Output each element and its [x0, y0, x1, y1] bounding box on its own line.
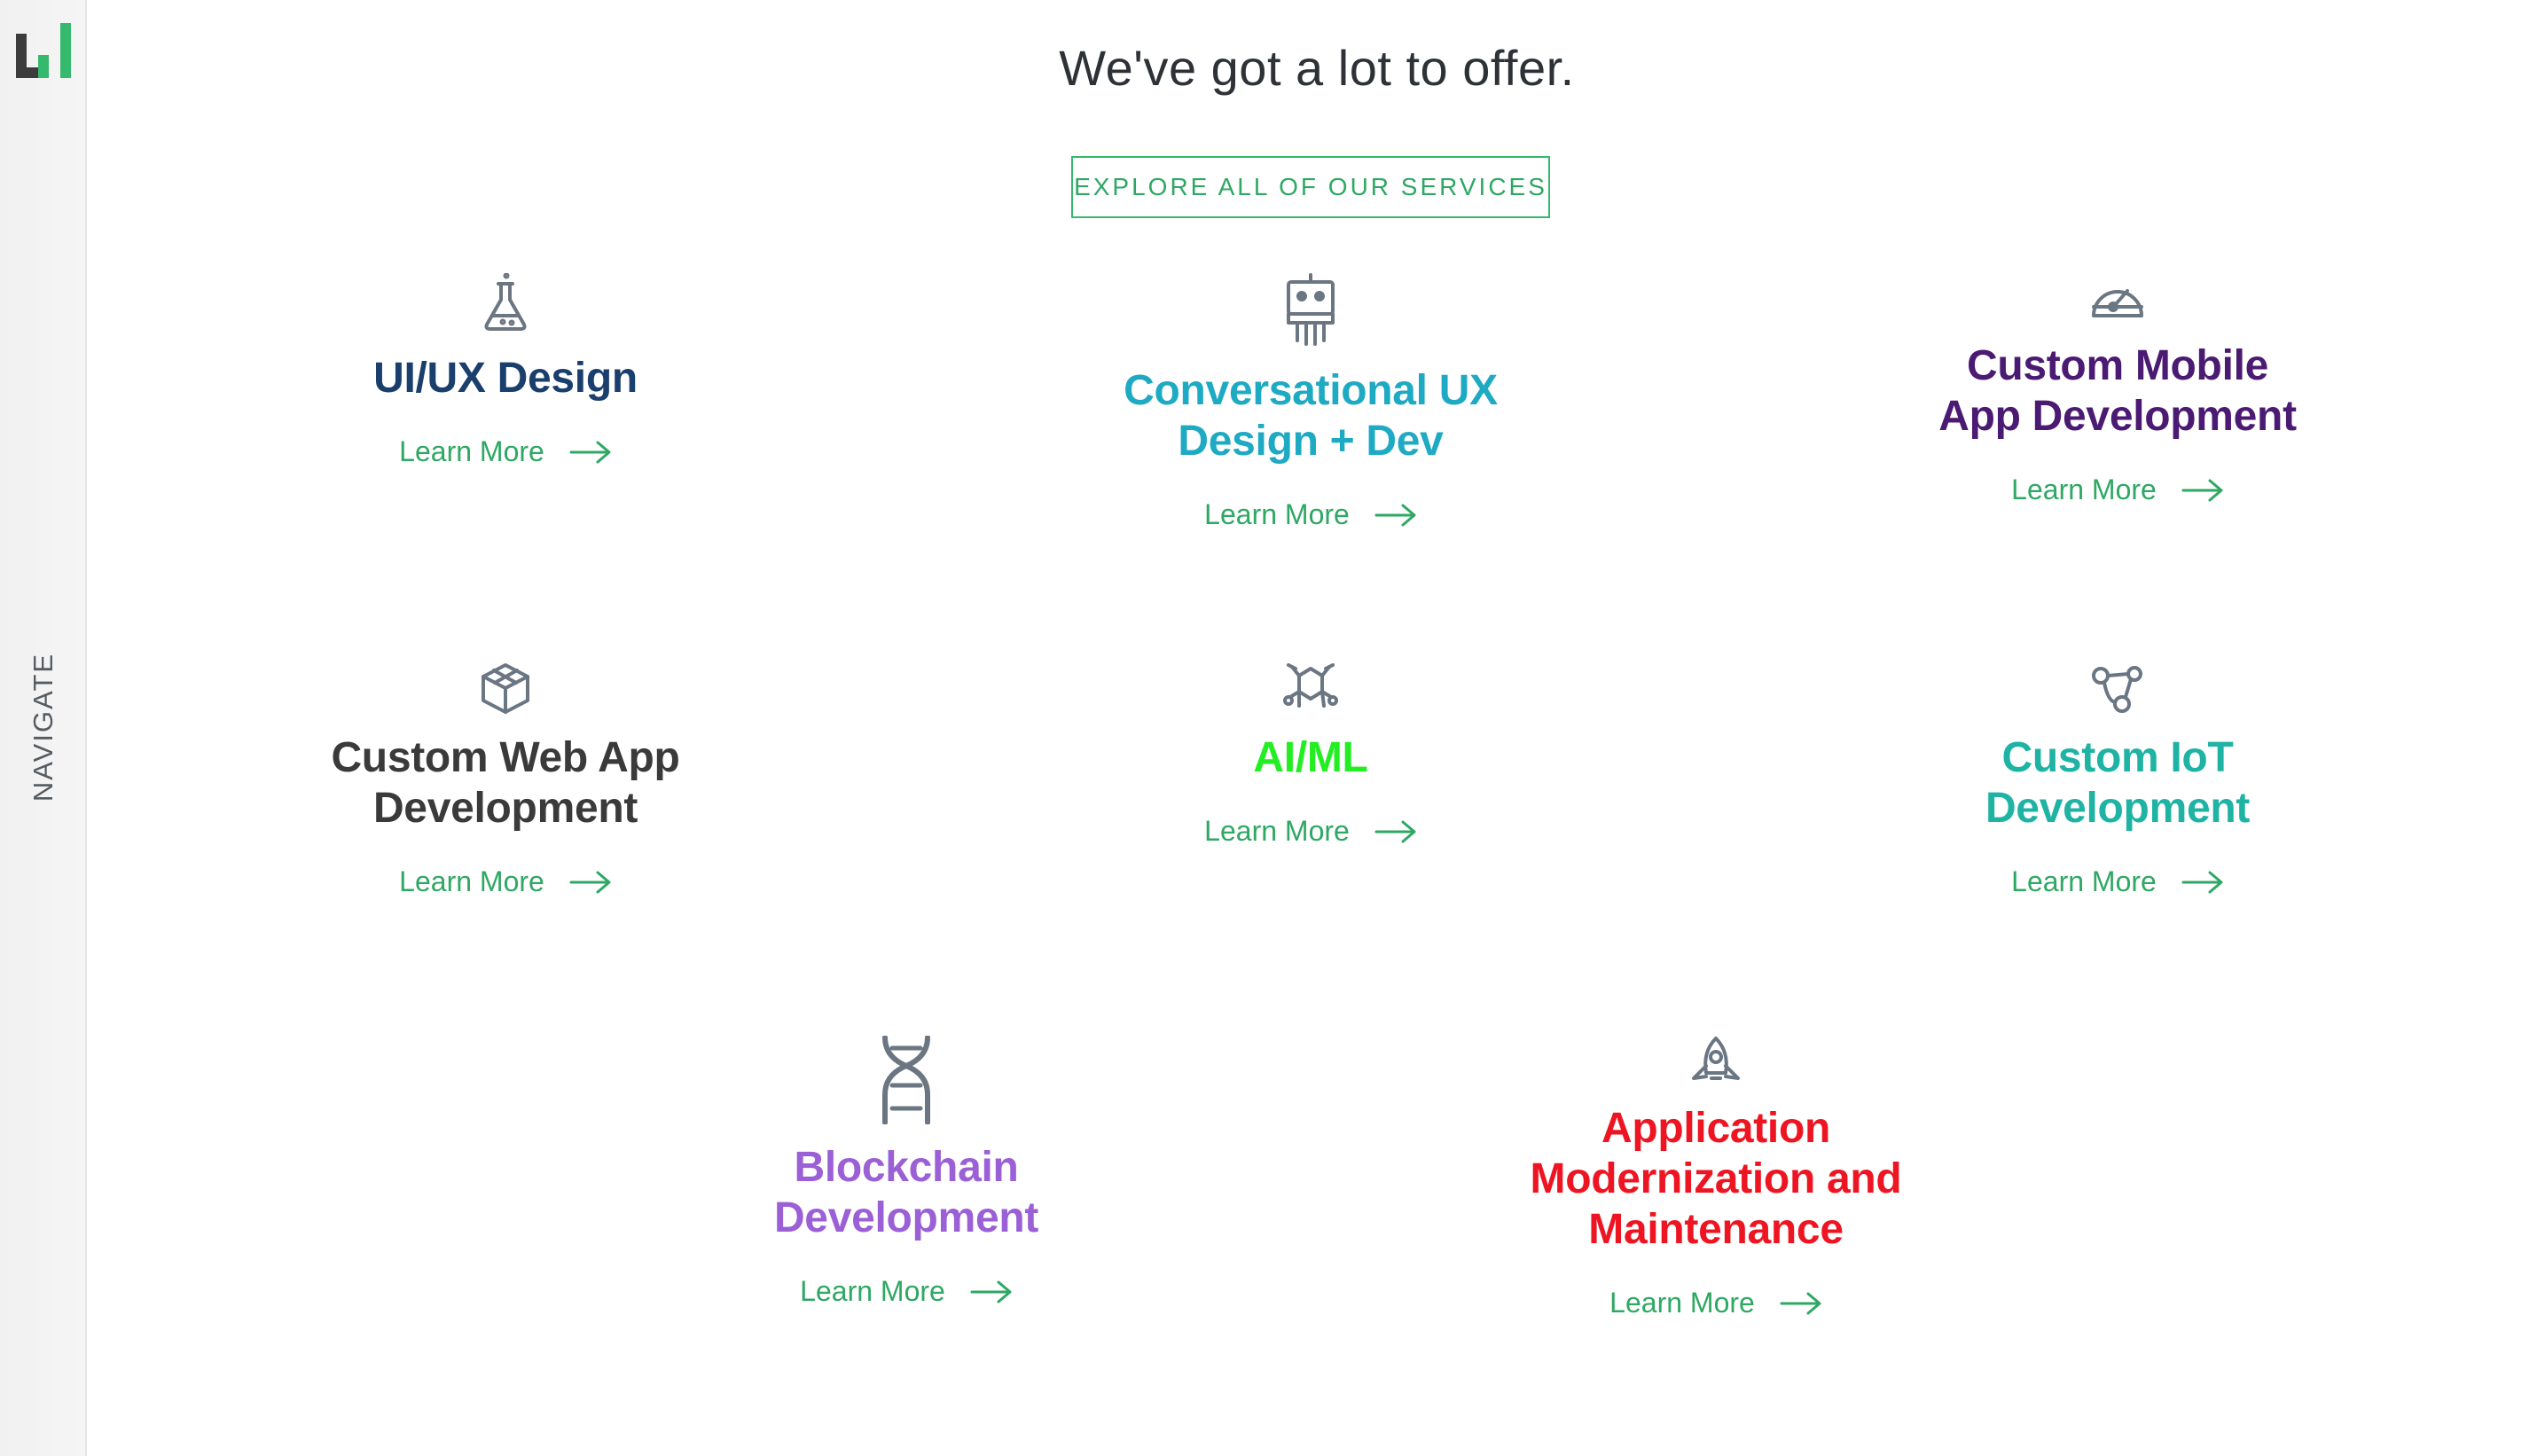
learn-more-link[interactable]: Learn More: [399, 435, 612, 468]
learn-more-label: Learn More: [2011, 474, 2157, 505]
learn-more-label: Learn More: [1204, 498, 1350, 530]
arrow-right-icon: [569, 441, 611, 463]
page-title: We've got a lot to offer.: [1059, 40, 1575, 96]
service-title: Conversational UX Design + Dev: [1124, 367, 1498, 465]
service-conversational-ux: Conversational UX Design + Dev Learn Mor…: [1000, 273, 1621, 531]
arrow-right-icon: [1374, 504, 1416, 526]
cube-icon: [474, 661, 536, 715]
logo-icon: [16, 23, 71, 78]
main-content: We've got a lot to offer. EXPLORE ALL OF…: [89, 0, 2545, 1456]
learn-more-label: Learn More: [399, 435, 544, 467]
learn-more-label: Learn More: [2011, 865, 2157, 897]
arrow-right-icon: [1374, 820, 1416, 842]
learn-more-link[interactable]: Learn More: [800, 1275, 1013, 1308]
learn-more-link[interactable]: Learn More: [1204, 498, 1417, 531]
service-ai-ml: AI/ML Learn More: [1000, 661, 1621, 848]
service-title: Custom IoT Development: [1985, 734, 2251, 832]
service-app-modernization: Application Modernization and Maintenanc…: [1406, 1036, 2026, 1319]
molecule-icon: [1280, 661, 1342, 715]
service-title: AI/ML: [1253, 734, 1368, 781]
learn-more-link[interactable]: Learn More: [1609, 1287, 1822, 1319]
learn-more-label: Learn More: [800, 1275, 945, 1307]
rocket-icon: [1685, 1036, 1747, 1085]
learn-more-link[interactable]: Learn More: [1204, 815, 1417, 848]
service-title: Custom Web App Development: [331, 734, 680, 832]
service-title: Blockchain Development: [773, 1144, 1039, 1241]
learn-more-link[interactable]: Learn More: [399, 865, 612, 898]
learn-more-label: Learn More: [399, 865, 544, 897]
logo[interactable]: [16, 23, 71, 78]
service-custom-web: Custom Web App Development Learn More: [195, 661, 816, 898]
arrow-right-icon: [1780, 1292, 1821, 1314]
service-blockchain: Blockchain Development Learn More: [596, 1035, 1217, 1308]
dna-icon: [873, 1035, 940, 1125]
arrow-right-icon: [2181, 479, 2223, 501]
learn-more-label: Learn More: [1204, 815, 1350, 847]
arrow-right-icon: [2181, 871, 2223, 893]
gauge-icon: [2087, 273, 2149, 323]
flask-icon: [474, 272, 536, 335]
learn-more-label: Learn More: [1609, 1287, 1755, 1319]
robot-icon: [1280, 273, 1342, 348]
arrow-right-icon: [569, 871, 611, 893]
navigate-label[interactable]: NAVIGATE: [27, 653, 59, 802]
learn-more-link[interactable]: Learn More: [2011, 474, 2224, 506]
arrow-right-icon: [970, 1280, 1012, 1303]
service-title: Application Modernization and Maintenanc…: [1530, 1105, 1902, 1253]
service-title: UI/UX Design: [373, 355, 638, 402]
learn-more-link[interactable]: Learn More: [2011, 865, 2224, 898]
service-custom-mobile: Custom Mobile App Development Learn More: [1807, 273, 2428, 506]
service-ui-ux-design: UI/UX Design Learn More: [195, 272, 816, 468]
sidebar: NAVIGATE: [0, 0, 87, 1456]
nodes-icon: [2087, 661, 2149, 715]
service-custom-iot: Custom IoT Development Learn More: [1807, 661, 2428, 898]
explore-services-button[interactable]: EXPLORE ALL OF OUR SERVICES: [1071, 156, 1550, 218]
service-title: Custom Mobile App Development: [1938, 342, 2297, 440]
